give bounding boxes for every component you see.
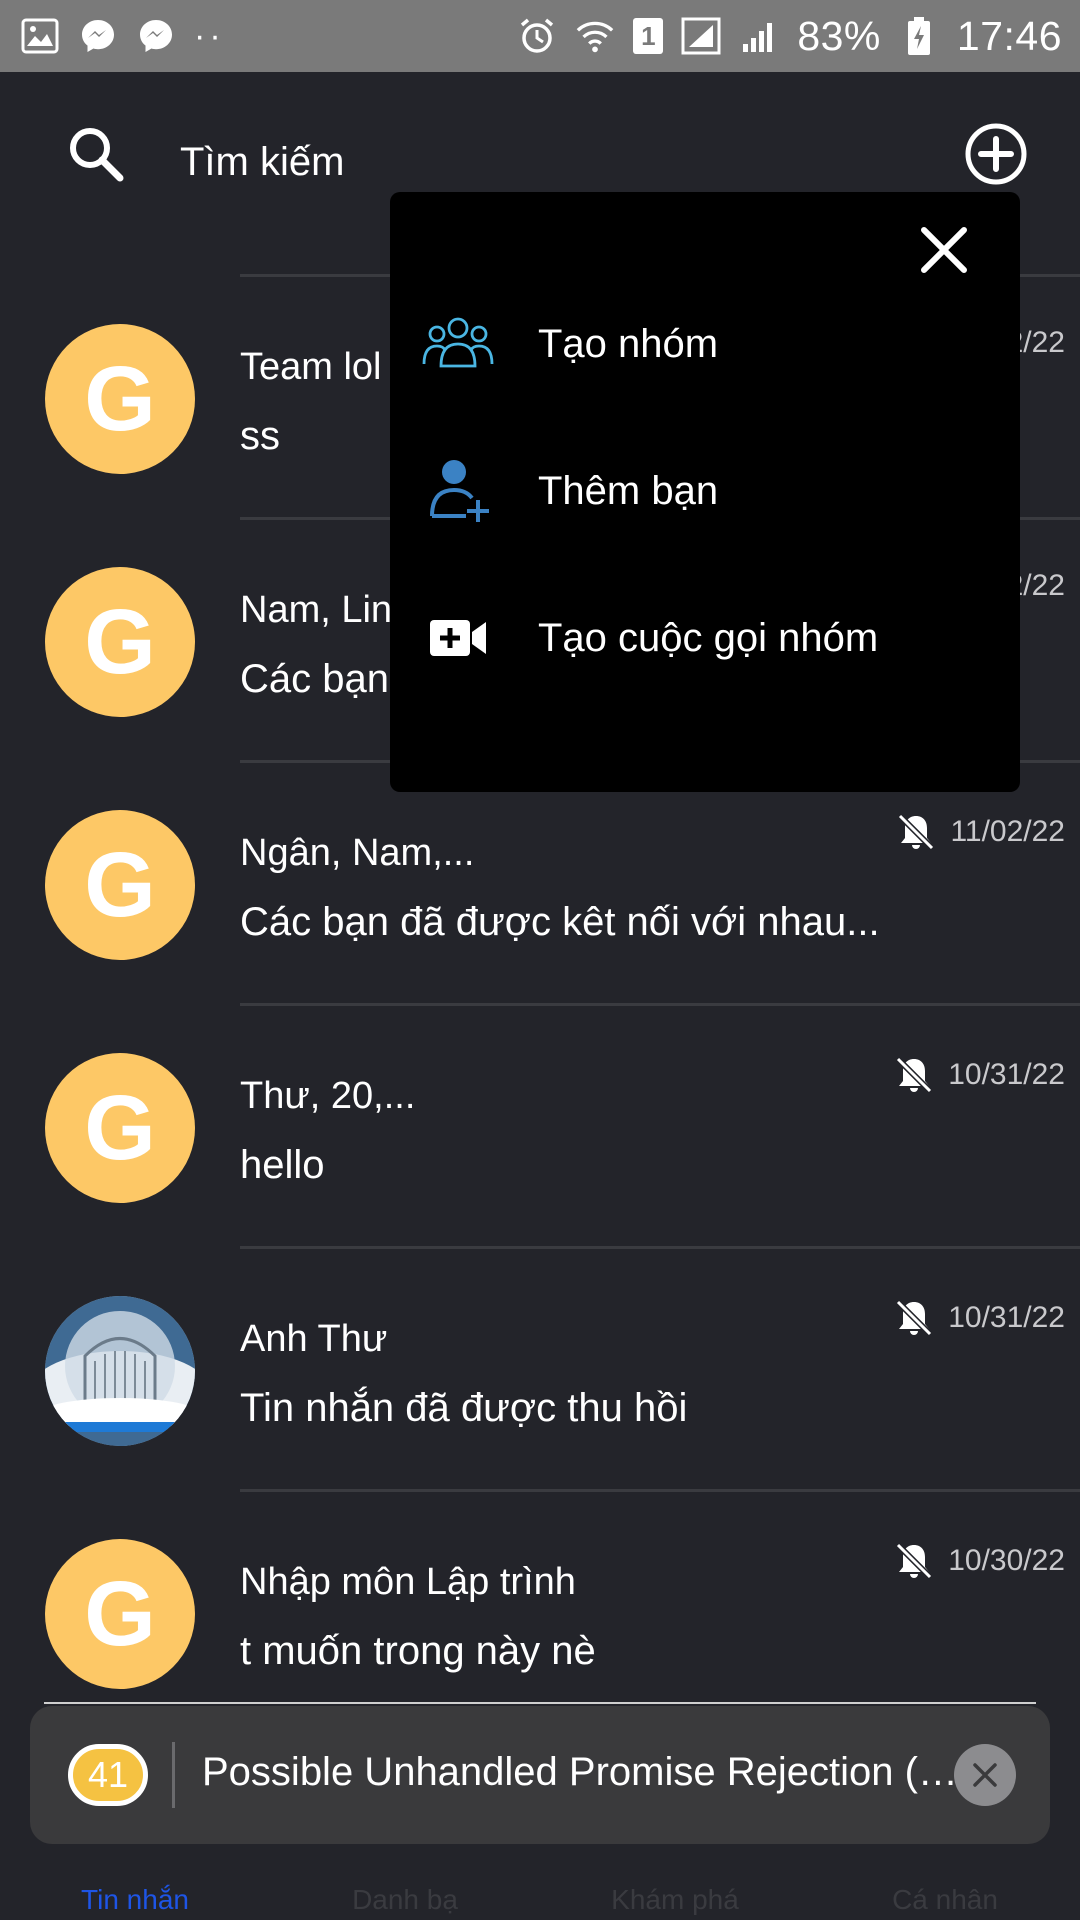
notifications-off-icon [898,813,935,851]
chat-date: 10/31/22 [948,1301,1065,1334]
notifications-off-icon [896,1299,933,1337]
chat-name: Thư, 20,... [240,1075,416,1117]
menu-item-add-friend[interactable]: Thêm bạn [390,436,1020,546]
sim-indicator: 1 [633,18,664,54]
list-item[interactable]: G Ngân, Nam,... Các bạn đã được kêt nối … [0,760,1080,1003]
tab-messages[interactable]: Tin nhắn [0,1884,270,1916]
chat-date: 11/02/22 [950,815,1065,848]
chat-preview: ss [240,414,280,458]
messenger-icon [136,16,176,56]
notifications-off-icon [896,1542,933,1580]
tab-label: Khám phá [611,1884,739,1915]
menu-item-label: Tạo cuộc gọi nhóm [538,615,879,660]
battery-percent: 83% [797,12,881,59]
tab-label: Tin nhắn [81,1884,189,1915]
chat-name: Nam, Lin [240,589,393,631]
chat-preview: Các bạn [240,657,389,701]
divider [172,1742,175,1808]
divider [44,1702,1036,1704]
add-friend-icon [420,453,496,529]
divider [240,1003,1080,1006]
search-input[interactable]: Tìm kiếm [180,140,344,185]
menu-item-label: Tạo nhóm [538,321,719,366]
error-toast[interactable]: 41 Possible Unhandled Promise Rejection … [30,1706,1050,1844]
avatar: G [45,810,195,960]
chat-preview: hello [240,1143,325,1187]
error-count-badge: 41 [68,1744,148,1806]
chat-name: Ngân, Nam,... [240,832,475,874]
error-message: Possible Unhandled Promise Rejection (id… [202,1750,962,1794]
add-menu-popup: Tạo nhóm Thêm bạn Tạo cuộc gọi nhóm [390,192,1020,792]
close-icon[interactable] [914,220,974,280]
tab-label: Cá nhân [892,1884,998,1915]
menu-item-create-group[interactable]: Tạo nhóm [390,289,1020,399]
divider [240,1489,1080,1492]
avatar-photo-icon [45,1296,195,1446]
chat-meta: 10/30/22 [894,1541,1065,1581]
battery-charging-icon [899,16,939,56]
menu-item-label: Thêm bạn [538,468,719,513]
messenger-icon [78,16,118,56]
close-icon [973,1763,997,1787]
wifi-icon [575,16,615,56]
chat-preview: t muốn trong này nè [240,1629,596,1673]
status-bar: ·· 1 83% 17:46 [0,0,1080,72]
avatar: G [45,324,195,474]
notifications-off-icon [896,1056,933,1094]
image-icon [20,16,60,56]
signal-icon [681,16,721,56]
add-button[interactable] [964,122,1028,186]
signal-icon [739,16,779,56]
chat-meta: 11/02/22 [896,812,1065,852]
alarm-icon [517,16,557,56]
chat-preview: Các bạn đã được kêt nối với nhau... [240,900,880,944]
tab-discover[interactable]: Khám phá [540,1884,810,1916]
group-icon [420,306,496,382]
chat-name: Anh Thư [240,1318,388,1360]
avatar [45,1296,195,1446]
search-icon[interactable] [66,124,126,184]
chat-date: 10/30/22 [948,1544,1065,1577]
avatar: G [45,1539,195,1689]
menu-item-group-video-call[interactable]: Tạo cuộc gọi nhóm [390,583,1020,693]
list-item[interactable]: G Thư, 20,... hello 10/31/22 [0,1003,1080,1246]
tab-profile[interactable]: Cá nhân [810,1884,1080,1916]
chat-meta: 10/31/22 [894,1055,1065,1095]
chat-meta: 10/31/22 [894,1298,1065,1338]
more-notifications-icon: ·· [194,16,225,55]
avatar: G [45,1053,195,1203]
tab-label: Danh bạ [352,1884,458,1915]
chat-name: Nhập môn Lập trình [240,1561,576,1603]
list-item[interactable]: G Nhập môn Lập trình t muốn trong này nè… [0,1489,1080,1732]
video-call-add-icon [420,600,496,676]
chat-name: Team lol [240,346,382,388]
chat-date: 10/31/22 [948,1058,1065,1091]
avatar: G [45,567,195,717]
dismiss-button[interactable] [954,1744,1016,1806]
list-item[interactable]: Anh Thư Tin nhắn đã được thu hồi 10/31/2… [0,1246,1080,1489]
tab-contacts[interactable]: Danh bạ [270,1884,540,1916]
divider [240,1246,1080,1249]
chat-preview: Tin nhắn đã được thu hồi [240,1386,688,1430]
clock: 17:46 [956,12,1062,59]
